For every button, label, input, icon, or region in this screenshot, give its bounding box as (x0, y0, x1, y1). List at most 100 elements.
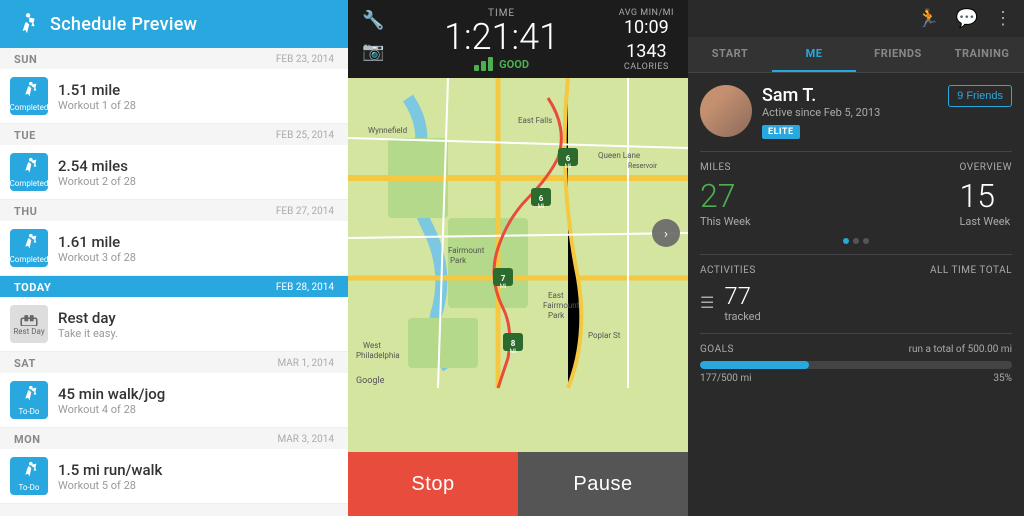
this-week-label: This Week (700, 215, 751, 228)
workout-item[interactable]: Completed1.51 mileWorkout 1 of 28 (0, 69, 348, 124)
signal-indicator: GOOD (474, 57, 529, 71)
workout-title: 1.51 mile (58, 81, 334, 99)
signal-bar-3 (488, 57, 493, 71)
workout-item[interactable]: To-Do1.5 mi run/walkWorkout 5 of 28 (0, 449, 348, 504)
stop-button[interactable]: Stop (348, 452, 518, 516)
workout-item[interactable]: Completed 1.61 mileWorkout 3 of 28 (0, 221, 348, 276)
dot-3 (863, 238, 869, 244)
svg-text:›: › (664, 227, 668, 242)
svg-text:8: 8 (511, 339, 516, 348)
tab-start[interactable]: START (688, 37, 772, 72)
runner-icon: 🏃 (917, 8, 939, 29)
activities-sub-label: tracked (724, 310, 760, 323)
friends-button[interactable]: 9 Friends (948, 85, 1012, 107)
activities-row: ☰ 77 tracked (700, 282, 1012, 323)
avatar-image (700, 85, 752, 137)
pause-button[interactable]: Pause (518, 452, 688, 516)
day-label: TUE (14, 129, 36, 142)
svg-text:7: 7 (501, 274, 506, 283)
activities-count: 77 (724, 282, 760, 310)
svg-text:Wynnefield: Wynnefield (368, 126, 407, 135)
workout-icon-label: To-Do (19, 483, 40, 492)
workout-subtitle: Workout 3 of 28 (58, 251, 334, 264)
workout-subtitle: Workout 2 of 28 (58, 175, 334, 188)
camera-icon[interactable]: 📷 (362, 41, 384, 62)
svg-text:West: West (363, 341, 381, 350)
this-week-value: 27 (700, 177, 751, 215)
workout-icon-label: To-Do (19, 407, 40, 416)
workout-item[interactable]: To-Do 45 min walk/jogWorkout 4 of 28 (0, 373, 348, 428)
chat-icon[interactable]: 💬 (956, 8, 978, 29)
goals-progress-bar-bg (700, 361, 1012, 369)
day-label: SAT (14, 357, 36, 370)
svg-text:Google: Google (356, 376, 385, 386)
miles-label: MILES (700, 162, 751, 173)
user-name: Sam T. (762, 85, 938, 106)
svg-text:Queen Lane: Queen Lane (598, 151, 640, 160)
day-label: SUN (14, 53, 37, 66)
workout-icon-label: Completed (10, 255, 49, 264)
tracker-time-section: TIME 1:21:41 GOOD (384, 8, 618, 71)
calories-value: 1343 (619, 42, 674, 62)
workout-icon-label: Completed (10, 179, 49, 188)
day-header-sun: SUNFEB 23, 2014 (0, 48, 348, 69)
svg-text:Fairmount: Fairmount (543, 301, 580, 310)
profile-tabs: STARTMEFRIENDSTRAINING (688, 37, 1024, 73)
run-icon (14, 11, 40, 37)
tab-training[interactable]: TRAINING (940, 37, 1024, 72)
schedule-title: Schedule Preview (50, 14, 197, 35)
day-label: TODAY (14, 281, 51, 294)
goals-progress-bar-fill (700, 361, 809, 369)
divider-1 (700, 151, 1012, 152)
workout-details: 2.54 milesWorkout 2 of 28 (58, 157, 334, 188)
workout-icon: Completed (10, 229, 48, 267)
workout-details: 1.61 mileWorkout 3 of 28 (58, 233, 334, 264)
workout-subtitle: Take it easy. (58, 327, 334, 340)
profile-panel: 🏃 💬 ⋮ STARTMEFRIENDSTRAINING Sam T. Acti… (688, 0, 1024, 516)
workout-title: 1.61 mile (58, 233, 334, 251)
svg-text:6: 6 (566, 154, 571, 163)
svg-text:Park: Park (450, 256, 467, 265)
tracker-buttons: Stop Pause (348, 452, 688, 516)
last-week-value: 15 (959, 177, 1012, 215)
map-svg: 6 Mi 6 Mi 7 Mi 8 Mi Wynnefield East Fall… (348, 78, 688, 452)
calories-label: CALORIES (619, 62, 674, 72)
workout-title: 2.54 miles (58, 157, 334, 175)
svg-text:Fairmount: Fairmount (448, 246, 485, 255)
tracker-panel: 🔧 📷 TIME 1:21:41 GOOD AVG MIN/MI 10:09 1… (348, 0, 688, 516)
signal-bar-2 (481, 61, 486, 71)
last-week-group: OVERVIEW 15 Last Week (959, 162, 1012, 228)
svg-text:Philadelphia: Philadelphia (356, 351, 400, 360)
goals-progress-text: 177/500 mi (700, 373, 752, 384)
time-value: 1:21:41 (384, 19, 618, 55)
activities-title: ACTIVITIES (700, 265, 756, 276)
avg-pace-block: AVG MIN/MI 10:09 (619, 8, 674, 38)
elite-badge: ELITE (762, 125, 800, 139)
avatar (700, 85, 752, 137)
svg-text:Park: Park (548, 311, 565, 320)
user-since: Active since Feb 5, 2013 (762, 106, 938, 119)
workout-icon: Completed (10, 153, 48, 191)
goals-progress-pct: 35% (993, 373, 1012, 384)
day-header-thu: THUFEB 27, 2014 (0, 200, 348, 221)
map-background: 6 Mi 6 Mi 7 Mi 8 Mi Wynnefield East Fall… (348, 78, 688, 452)
workout-icon: To-Do (10, 457, 48, 495)
svg-text:East Falls: East Falls (518, 116, 552, 125)
more-icon[interactable]: ⋮ (994, 8, 1012, 29)
goals-progress-label: 177/500 mi 35% (700, 373, 1012, 384)
workout-details: 45 min walk/jogWorkout 4 of 28 (58, 385, 334, 416)
tab-me[interactable]: ME (772, 37, 856, 72)
day-header-tue: TUEFEB 25, 2014 (0, 124, 348, 145)
dot-1 (843, 238, 849, 244)
list-icon: ☰ (700, 293, 714, 312)
workout-item[interactable]: Rest DayRest dayTake it easy. (0, 297, 348, 352)
user-section: Sam T. Active since Feb 5, 2013 ELITE 9 … (700, 85, 1012, 139)
svg-text:Mi: Mi (500, 283, 507, 290)
day-date: FEB 27, 2014 (276, 206, 334, 217)
avg-pace-value: 10:09 (619, 18, 674, 38)
tab-friends[interactable]: FRIENDS (856, 37, 940, 72)
wrench-icon[interactable]: 🔧 (362, 10, 384, 31)
dot-2 (853, 238, 859, 244)
workout-item[interactable]: Completed 2.54 milesWorkout 2 of 28 (0, 145, 348, 200)
tracker-left-icons: 🔧 📷 (362, 8, 384, 62)
